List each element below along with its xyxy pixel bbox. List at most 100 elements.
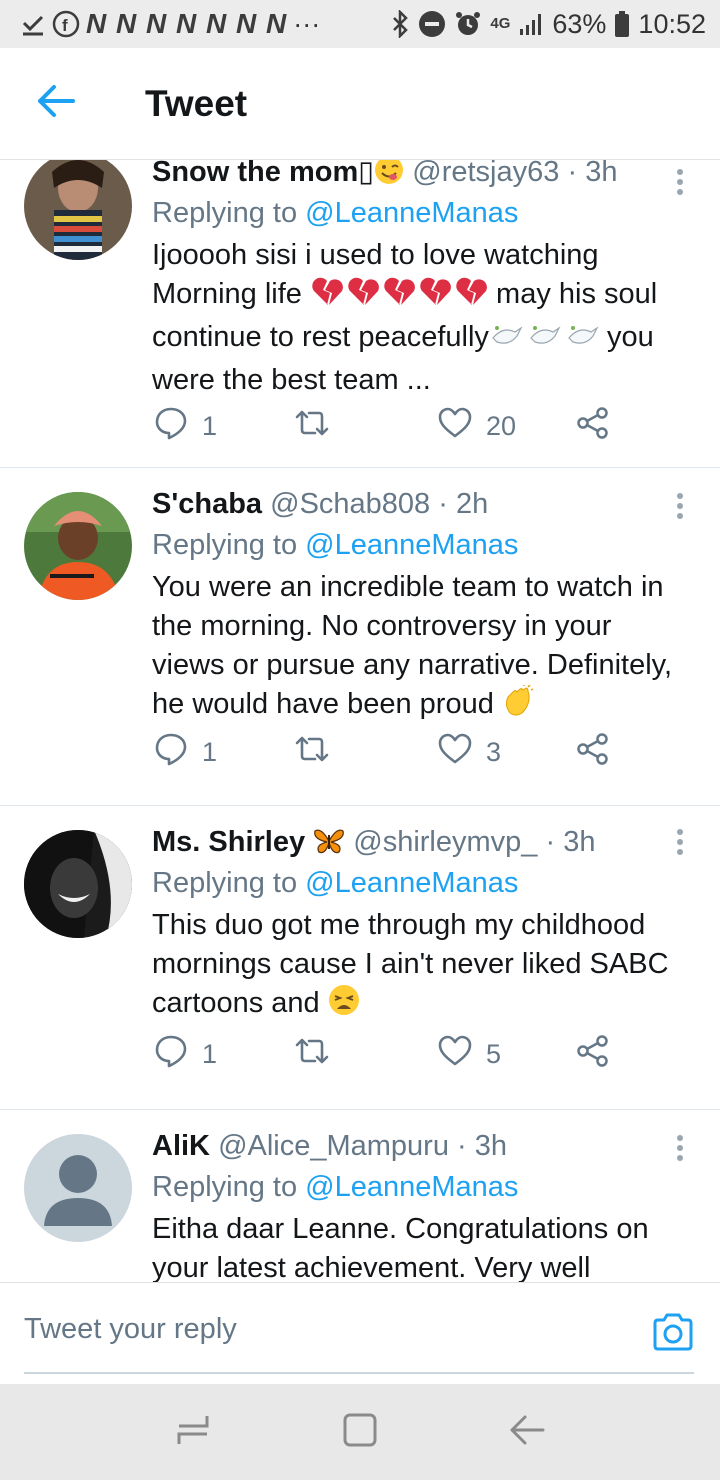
tweet-text-line: Morning life may his soul: [152, 275, 690, 318]
retweet-icon: [294, 734, 330, 771]
tweet-text-line: mornings cause I ain't never liked SABC: [152, 948, 669, 980]
status-bar-system: 4G 63% 10:52: [390, 9, 706, 40]
tweet-item[interactable]: S'chaba @Schab808 · 2h Replying to @Lean…: [0, 468, 720, 806]
heart-icon: [438, 407, 472, 446]
user-handle[interactable]: @shirleymvp_: [353, 826, 537, 858]
mention-link[interactable]: @LeanneManas: [305, 197, 518, 229]
system-nav-bar: [0, 1384, 720, 1480]
user-handle[interactable]: @Alice_Mampuru: [218, 1130, 449, 1162]
reply-icon: [154, 732, 188, 773]
app-header: Tweet: [0, 48, 720, 160]
retweet-button[interactable]: [294, 1036, 330, 1073]
camera-button[interactable]: [652, 1313, 694, 1356]
tweet-content: AliK @Alice_Mampuru · 3h Replying to @Le…: [152, 1128, 690, 1282]
tweet-text-line: You were an incredible team to watch in: [152, 571, 664, 603]
clock: 10:52: [638, 8, 706, 39]
reply-composer: Tweet your reply: [0, 1282, 720, 1384]
system-back-button[interactable]: [497, 1402, 557, 1462]
camera-icon: [652, 1313, 694, 1355]
avatar[interactable]: [24, 160, 132, 260]
replying-prefix: Replying to: [152, 867, 298, 899]
separator-dot: ·: [545, 826, 556, 858]
clapping-hands-emoji-icon: [502, 684, 534, 728]
like-count: 5: [486, 1038, 502, 1069]
reply-count: 1: [202, 1038, 218, 1069]
tweet-text-line: your latest achievement. Very well: [152, 1252, 591, 1282]
battery-icon: [614, 10, 630, 38]
tweet-text-line: were the best team ...: [152, 364, 431, 396]
tweet-meta: S'chaba @Schab808 · 2h: [152, 486, 690, 522]
tweet-meta: Ms. Shirley @shirleymvp_ · 3h: [152, 824, 690, 860]
separator-dot: ·: [438, 488, 448, 520]
recent-apps-icon: [175, 1412, 211, 1453]
network-type-icon: 4G: [490, 15, 511, 32]
retweet-button[interactable]: [294, 734, 330, 771]
tweet-text: This duo got me through my childhood mor…: [152, 906, 690, 1027]
butterfly-emoji-icon: [313, 827, 345, 864]
tweet-item[interactable]: AliK @Alice_Mampuru · 3h Replying to @Le…: [0, 1110, 720, 1282]
like-button[interactable]: 20: [438, 407, 516, 446]
facebook-icon: f: [52, 10, 80, 38]
tweet-text: Ijooooh sisi i used to love watching Mor…: [152, 236, 690, 400]
mention-link[interactable]: @LeanneManas: [305, 529, 518, 561]
recent-apps-button[interactable]: [163, 1402, 223, 1462]
tweet-time: 2h: [455, 488, 489, 520]
tweet-text: You were an incredible team to watch in …: [152, 568, 690, 728]
reply-input-underline: [24, 1372, 694, 1374]
tweet-text-line: views or pursue any narrative. Definitel…: [152, 649, 673, 681]
mention-link[interactable]: @LeanneManas: [305, 867, 518, 899]
share-button[interactable]: [576, 1034, 610, 1075]
share-button[interactable]: [576, 406, 610, 447]
default-avatar[interactable]: [24, 1134, 132, 1242]
battery-percent: 63%: [552, 8, 607, 39]
display-name[interactable]: Snow the mom: [152, 160, 358, 188]
network-type-label: 4G: [490, 15, 511, 32]
avatar[interactable]: [24, 830, 132, 938]
user-handle[interactable]: @Schab808: [270, 488, 430, 520]
reply-input[interactable]: Tweet your reply: [24, 1313, 237, 1346]
tweet-text-fragment: Morning life: [152, 278, 302, 310]
reply-button[interactable]: 1: [154, 1034, 217, 1075]
tweet-text-line: Ijooooh sisi i used to love watching: [152, 239, 599, 271]
mention-link[interactable]: @LeanneManas: [305, 1171, 518, 1203]
home-square-icon: [342, 1412, 378, 1453]
display-name[interactable]: Ms. Shirley: [152, 826, 305, 858]
replies-feed[interactable]: Snow the mom▯ @retsjay63 · 3h Replying t…: [0, 160, 720, 1282]
svg-text:f: f: [62, 16, 68, 35]
page-title: Tweet: [145, 82, 248, 124]
tweet-item[interactable]: Ms. Shirley @shirleymvp_ · 3h Replying t…: [0, 806, 720, 1110]
tweet-content: Snow the mom▯ @retsjay63 · 3h Replying t…: [152, 160, 690, 400]
tweet-text-line: Eitha daar Leanne. Congratulations on: [152, 1213, 649, 1245]
tweet-text-fragment: he would have been proud: [152, 688, 494, 720]
share-button[interactable]: [576, 732, 610, 773]
display-name[interactable]: S'chaba: [152, 488, 262, 520]
avatar[interactable]: [24, 492, 132, 600]
display-name[interactable]: AliK: [152, 1130, 210, 1162]
reply-button[interactable]: 1: [154, 732, 217, 773]
retweet-icon: [294, 1036, 330, 1073]
home-button[interactable]: [330, 1402, 390, 1462]
share-icon: [576, 406, 610, 447]
replying-to: Replying to @LeanneManas: [152, 864, 690, 902]
notification-n-icons: N N N N N N N: [86, 8, 288, 39]
back-button[interactable]: [0, 48, 112, 160]
tweet-item[interactable]: Snow the mom▯ @retsjay63 · 3h Replying t…: [0, 160, 720, 468]
check-download-icon: [20, 11, 46, 37]
tweet-meta: AliK @Alice_Mampuru · 3h: [152, 1128, 690, 1164]
tweet-text-fragment: continue to rest peacefully: [152, 321, 489, 353]
tweet-text-line: he would have been proud: [152, 684, 690, 728]
replying-to: Replying to @LeanneManas: [152, 526, 690, 564]
like-button[interactable]: 3: [438, 733, 501, 772]
reply-button[interactable]: 1: [154, 406, 217, 447]
alarm-icon: [454, 10, 482, 38]
share-icon: [576, 732, 610, 773]
user-handle[interactable]: @retsjay63: [412, 160, 559, 188]
status-bar-notifications: f N N N N N N N ···: [20, 8, 390, 40]
tweet-text: Eitha daar Leanne. Congratulations on yo…: [152, 1210, 690, 1282]
reply-count: 1: [202, 410, 218, 441]
tweet-text-fragment: cartoons and: [152, 987, 320, 1019]
retweet-button[interactable]: [294, 408, 330, 445]
tweet-text-line: continue to rest peacefully you: [152, 318, 690, 361]
weary-face-emoji-icon: [328, 984, 360, 1027]
like-button[interactable]: 5: [438, 1035, 501, 1074]
